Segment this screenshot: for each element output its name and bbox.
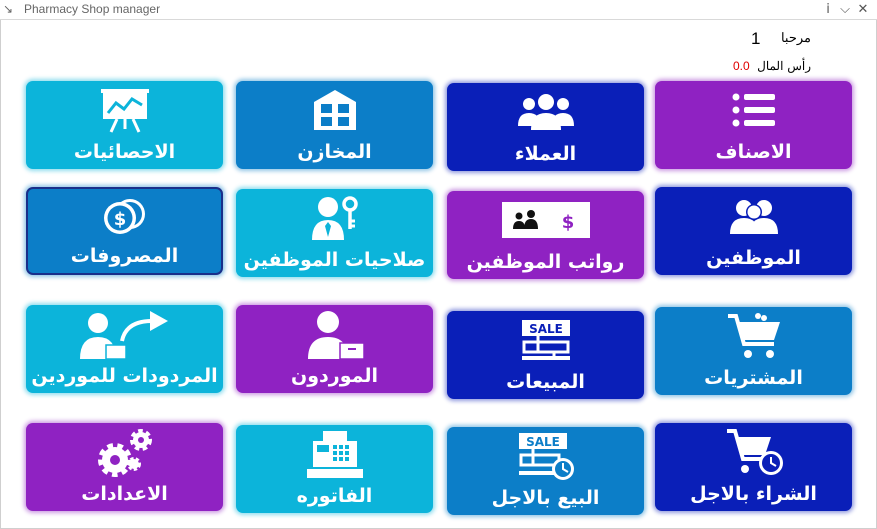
resize-arrow-icon: ↘ [3, 2, 14, 16]
warehouses-tile[interactable]: المخازن [236, 81, 433, 169]
info-button[interactable]: i [820, 1, 836, 19]
invoice-tile[interactable]: الفاتوره [236, 425, 433, 513]
customers-tile[interactable]: العملاء [447, 83, 644, 171]
supplier-returns-tile[interactable]: المردودات للموردين [26, 305, 223, 393]
tile-label: المردودات للموردين [31, 365, 218, 387]
employees-icon [655, 193, 852, 239]
sales-tile[interactable]: SALE المبيعات [447, 311, 644, 399]
sale-clock-icon: SALE [447, 433, 644, 480]
supplier-icon [236, 311, 433, 359]
tile-label: صلاحيات الموظفين [243, 249, 426, 271]
supplier-return-icon [26, 311, 223, 359]
salary-icon: $ [447, 197, 644, 243]
tile-label: الاحصائيات [73, 141, 176, 163]
minimize-button[interactable]: ⌵ [837, 1, 853, 19]
tile-label: الفاتوره [296, 485, 373, 507]
expenses-tile[interactable]: $ المصروفات [26, 187, 223, 275]
tile-label: المشتريات [704, 367, 803, 389]
svg-text:$: $ [561, 212, 574, 233]
capital-value: 0.0 [733, 59, 750, 73]
tile-label: المخازن [297, 141, 372, 163]
tile-label: رواتب الموظفين [466, 251, 625, 273]
credit-purchase-tile[interactable]: الشراء بالاجل [655, 423, 852, 511]
tile-label: الاصناف [715, 141, 792, 163]
suppliers-tile[interactable]: الموردون [236, 305, 433, 393]
close-button[interactable]: ✕ [855, 1, 871, 19]
employees-tile[interactable]: الموظفين [655, 187, 852, 275]
welcome-label: مرحبا [780, 31, 811, 46]
warehouse-icon [236, 87, 433, 133]
tile-label: الموظفين [706, 247, 801, 269]
title-bar: ↘ Pharmacy Shop manager i ⌵ ✕ [0, 0, 877, 20]
window-title: Pharmacy Shop manager [24, 2, 161, 16]
statistics-board-icon [26, 87, 223, 133]
svg-text:SALE: SALE [526, 435, 560, 449]
tile-label: المصروفات [70, 245, 179, 267]
tile-label: العملاء [514, 143, 577, 165]
purchases-tile[interactable]: المشتريات [655, 307, 852, 395]
settings-tile[interactable]: الاعدادات [26, 423, 223, 511]
cash-register-icon [236, 431, 433, 478]
employee-salaries-tile[interactable]: $ رواتب الموظفين [447, 191, 644, 279]
cart-clock-icon [655, 429, 852, 475]
credit-sale-tile[interactable]: SALE البيع بالاجل [447, 427, 644, 515]
employee-permissions-tile[interactable]: صلاحيات الموظفين [236, 189, 433, 277]
gears-icon [26, 429, 223, 477]
tile-label: المبيعات [506, 371, 585, 393]
items-tile[interactable]: الاصناف [655, 81, 852, 169]
svg-text:$: $ [113, 209, 126, 230]
list-icon [655, 87, 852, 133]
statistics-tile[interactable]: الاحصائيات [26, 81, 223, 169]
employee-key-icon [236, 195, 433, 241]
tile-label: البيع بالاجل [491, 487, 600, 509]
shopping-cart-icon [655, 313, 852, 359]
tile-label: الاعدادات [81, 483, 168, 505]
coins-icon: $ [28, 195, 221, 241]
customers-group-icon [447, 89, 644, 135]
svg-text:SALE: SALE [529, 322, 563, 336]
user-id: 1 [751, 29, 761, 48]
tile-label: الموردون [290, 365, 378, 387]
sale-sign-icon: SALE [447, 317, 644, 363]
tile-label: الشراء بالاجل [690, 483, 817, 505]
capital-label: رأس المال [757, 59, 811, 73]
